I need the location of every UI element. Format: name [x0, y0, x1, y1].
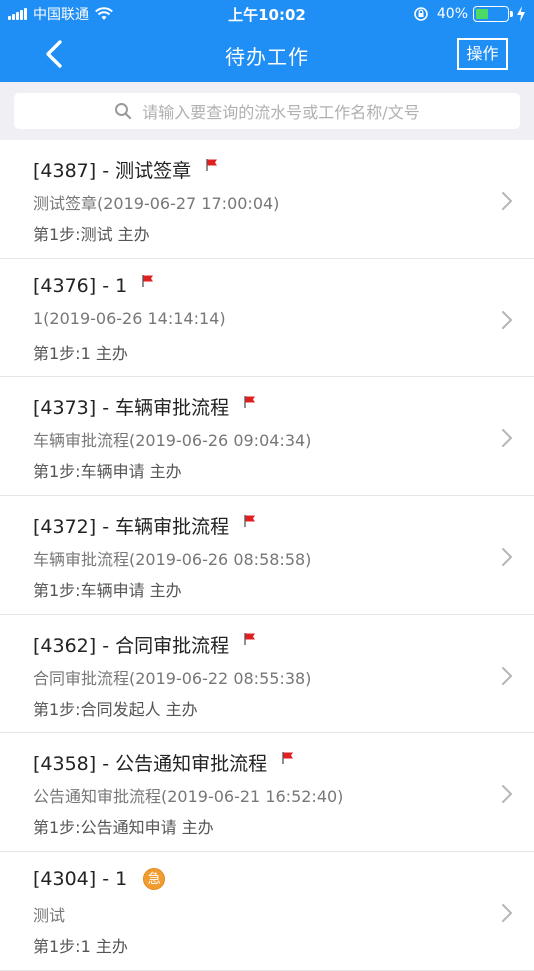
search-icon	[115, 103, 132, 120]
status-bar: 中国联通 上午10:02 40%	[0, 0, 534, 27]
red-flag-icon	[282, 751, 294, 764]
red-flag-icon	[244, 395, 256, 408]
item-title-row: [4387] - 测试签章	[33, 156, 219, 183]
red-flag-icon	[244, 633, 256, 646]
item-title-row: [4362] - 合同审批流程	[33, 631, 257, 658]
navbar: 待办工作 操作	[0, 27, 534, 82]
list-item[interactable]: [4373] - 车辆审批流程车辆审批流程(2019-06-26 09:04:3…	[0, 377, 534, 497]
list-item[interactable]: [4304] - 1 急测试第1步:1 主办	[0, 852, 534, 971]
urgent-badge: 急	[143, 868, 166, 891]
item-title-row: [4373] - 车辆审批流程	[33, 393, 257, 420]
item-title: [4376] - 1	[33, 274, 128, 297]
search-bar-container: 请输入要查询的流水号或工作名称/文号	[0, 82, 534, 140]
item-subtitle: 车辆审批流程(2019-06-26 09:04:34)	[33, 431, 312, 451]
item-title: [4387] - 测试签章	[33, 160, 192, 182]
item-step: 第1步:车辆申请 主办	[33, 462, 182, 482]
list-item[interactable]: [4358] - 公告通知审批流程公告通知审批流程(2019-06-21 16:…	[0, 733, 534, 853]
item-title: [4372] - 车辆审批流程	[33, 516, 230, 539]
item-subtitle: 合同审批流程(2019-06-22 08:55:38)	[33, 668, 312, 688]
item-subtitle: 车辆审批流程(2019-06-26 08:58:58)	[33, 550, 312, 570]
chevron-right-icon	[502, 429, 512, 448]
chevron-right-icon	[502, 785, 512, 804]
list-item[interactable]: [4376] - 1 1(2019-06-26 14:14:14) 第1步:1 主办	[0, 259, 534, 378]
item-step: 第1步:测试 主办	[33, 225, 150, 244]
chevron-right-icon	[502, 666, 512, 685]
search-placeholder: 请输入要查询的流水号或工作名称/文号	[142, 103, 420, 122]
chevron-right-icon	[502, 310, 512, 329]
red-flag-icon	[142, 274, 154, 287]
item-title: [4358] - 公告通知审批流程	[33, 753, 268, 776]
item-title-row: [4372] - 车辆审批流程	[33, 512, 257, 539]
item-step: 第1步:车辆申请 主办	[33, 581, 182, 601]
item-step: 第1步:公告通知申请 主办	[33, 818, 214, 838]
list-item[interactable]: [4372] - 车辆审批流程车辆审批流程(2019-06-26 08:58:5…	[0, 496, 534, 615]
item-title-row: [4304] - 1 急	[33, 868, 166, 891]
operation-button[interactable]: 操作	[457, 38, 508, 70]
battery-percent: 40%	[436, 5, 468, 22]
red-flag-icon	[206, 158, 218, 171]
search-input[interactable]: 请输入要查询的流水号或工作名称/文号	[14, 93, 520, 129]
list-item[interactable]: [4362] - 合同审批流程合同审批流程(2019-06-22 08:55:3…	[0, 615, 534, 734]
chevron-right-icon	[502, 904, 512, 923]
item-title: [4304] - 1	[33, 868, 128, 891]
item-step: 第1步:合同发起人 主办	[33, 699, 198, 719]
list-item[interactable]: [4387] - 测试签章测试签章(2019-06-27 17:00:04) 第1…	[0, 140, 534, 259]
item-title: [4373] - 车辆审批流程	[33, 397, 230, 420]
battery-icon	[473, 5, 513, 22]
app-header: 中国联通 上午10:02 40% 待办工作 操作	[0, 0, 534, 82]
charging-icon	[517, 5, 525, 22]
item-subtitle: 测试	[33, 906, 66, 926]
item-title-row: [4376] - 1	[33, 274, 155, 297]
todo-list: [4387] - 测试签章测试签章(2019-06-27 17:00:04) 第1…	[0, 140, 534, 971]
item-subtitle: 1(2019-06-26 14:14:14)	[33, 308, 226, 328]
item-subtitle: 测试签章(2019-06-27 17:00:04)	[33, 194, 280, 213]
orientation-lock-icon	[414, 6, 428, 21]
item-title: [4362] - 合同审批流程	[33, 634, 230, 657]
item-title-row: [4358] - 公告通知审批流程	[33, 749, 295, 776]
page-title: 待办工作	[225, 45, 309, 69]
red-flag-icon	[244, 514, 256, 527]
chevron-right-icon	[502, 192, 512, 210]
chevron-right-icon	[502, 548, 512, 567]
item-subtitle: 公告通知审批流程(2019-06-21 16:52:40)	[33, 787, 344, 807]
item-step: 第1步:1 主办	[33, 343, 128, 363]
item-step: 第1步:1 主办	[33, 937, 128, 957]
